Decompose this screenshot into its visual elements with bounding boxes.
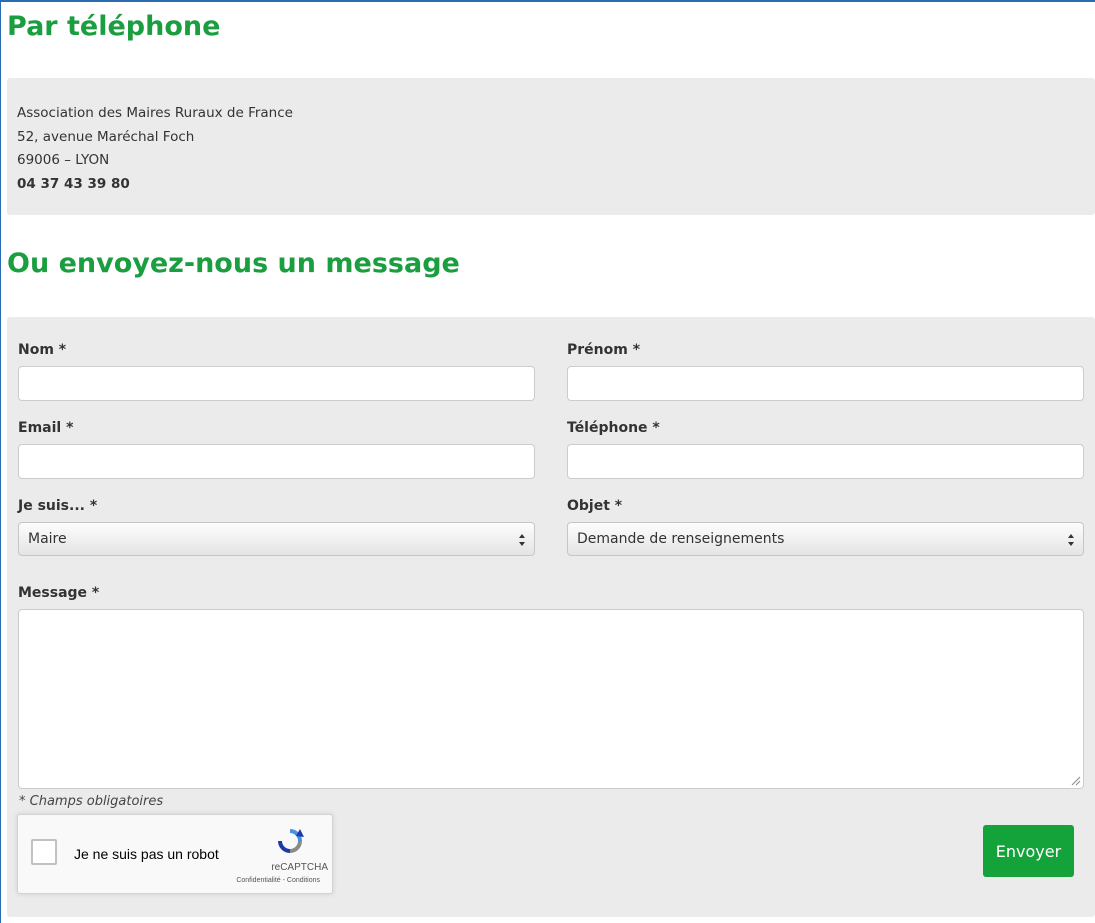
prenom-label: Prénom *	[567, 342, 641, 358]
email-label: Email *	[18, 420, 74, 436]
recaptcha-logo-icon	[278, 829, 304, 853]
recaptcha-links[interactable]: Confidentialité - Conditions	[236, 877, 320, 884]
contact-form: Nom * Prénom * Email * Téléphone * Je su…	[7, 317, 1095, 917]
submit-button[interactable]: Envoyer	[983, 825, 1074, 877]
recaptcha-brand: reCAPTCHA	[271, 862, 328, 873]
telephone-label: Téléphone *	[567, 420, 660, 436]
address-city: 69006 – LYON	[17, 152, 110, 168]
prenom-input[interactable]	[568, 367, 1083, 400]
telephone-field[interactable]	[567, 444, 1084, 479]
message-textarea[interactable]	[18, 609, 1084, 789]
required-fields-note: * Champs obligatoires	[19, 794, 164, 809]
address-panel: Association des Maires Ruraux de France …	[7, 78, 1095, 215]
recaptcha-checkbox[interactable]	[31, 839, 57, 865]
address-organization: Association des Maires Ruraux de France	[17, 105, 293, 121]
select-arrows-icon	[519, 534, 525, 546]
recaptcha-widget: Je ne suis pas un robot reCAPTCHA Confid…	[17, 814, 333, 894]
prenom-field[interactable]	[567, 366, 1084, 401]
message-section-title: Ou envoyez-nous un message	[7, 248, 460, 279]
je-suis-label: Je suis... *	[18, 498, 98, 514]
address-phone: 04 37 43 39 80	[17, 175, 130, 192]
phone-section-title: Par téléphone	[7, 11, 221, 42]
address-street: 52, avenue Maréchal Foch	[17, 128, 195, 145]
nom-input[interactable]	[19, 367, 534, 400]
objet-label: Objet *	[567, 498, 623, 514]
objet-selected-value: Demande de renseignements	[577, 531, 785, 547]
nom-field[interactable]	[18, 366, 535, 401]
telephone-input[interactable]	[568, 445, 1083, 478]
message-label: Message *	[18, 585, 100, 601]
nom-label: Nom *	[18, 342, 67, 358]
resize-grip-icon[interactable]	[1071, 776, 1081, 786]
recaptcha-label: Je ne suis pas un robot	[74, 846, 219, 862]
email-input[interactable]	[19, 445, 534, 478]
je-suis-select[interactable]: Maire	[18, 522, 535, 556]
objet-select[interactable]: Demande de renseignements	[567, 522, 1084, 556]
select-arrows-icon	[1068, 534, 1074, 546]
email-field[interactable]	[18, 444, 535, 479]
je-suis-selected-value: Maire	[28, 531, 67, 547]
